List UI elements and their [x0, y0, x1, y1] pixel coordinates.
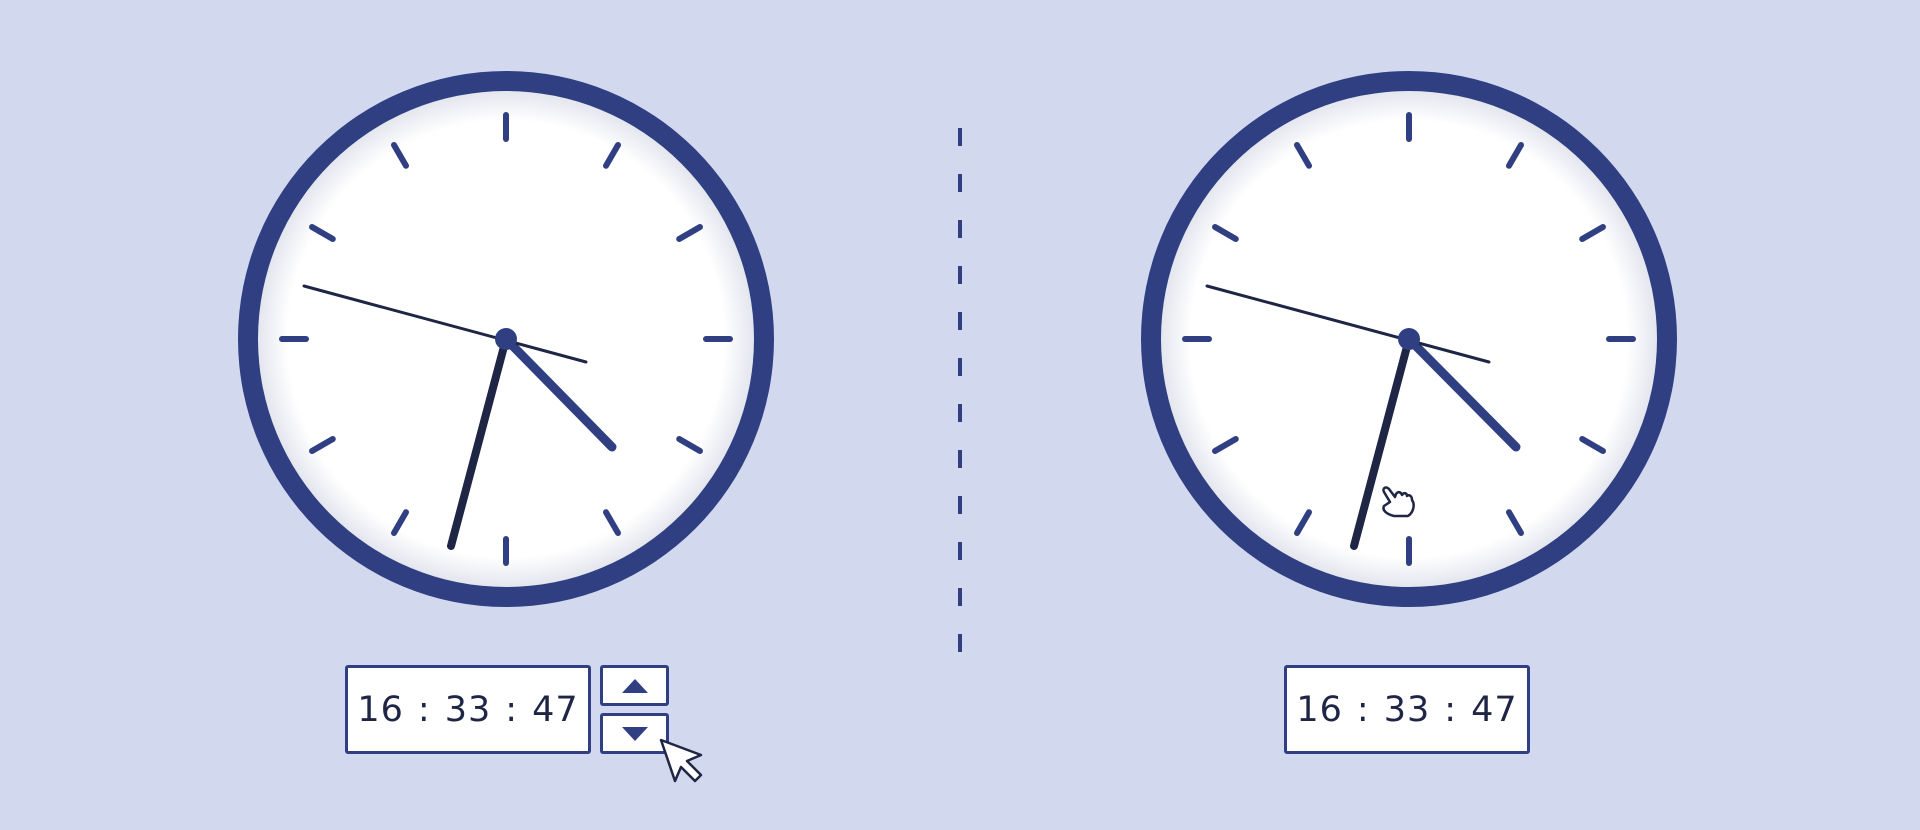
triangle-down-icon	[621, 726, 648, 741]
time-separator: :	[1356, 689, 1370, 730]
triangle-up-icon	[621, 678, 648, 693]
seconds-value[interactable]: 47	[532, 690, 579, 730]
time-separator: :	[417, 689, 431, 730]
hours-value[interactable]: 16	[357, 690, 404, 730]
time-separator: :	[1444, 689, 1458, 730]
right-time-display: 16 : 33 : 47	[1284, 665, 1530, 754]
seconds-value: 47	[1471, 689, 1518, 730]
arrow-cursor-icon	[659, 738, 703, 783]
right-clock-center-pin	[1398, 328, 1420, 350]
divider-line	[958, 128, 962, 680]
minutes-value: 33	[1383, 689, 1431, 730]
hours-value: 16	[1296, 689, 1343, 730]
minutes-value[interactable]: 33	[445, 690, 492, 730]
time-separator: :	[505, 689, 519, 730]
left-time-input[interactable]: 16 : 33 : 47	[345, 665, 591, 754]
increment-button[interactable]	[600, 665, 669, 706]
